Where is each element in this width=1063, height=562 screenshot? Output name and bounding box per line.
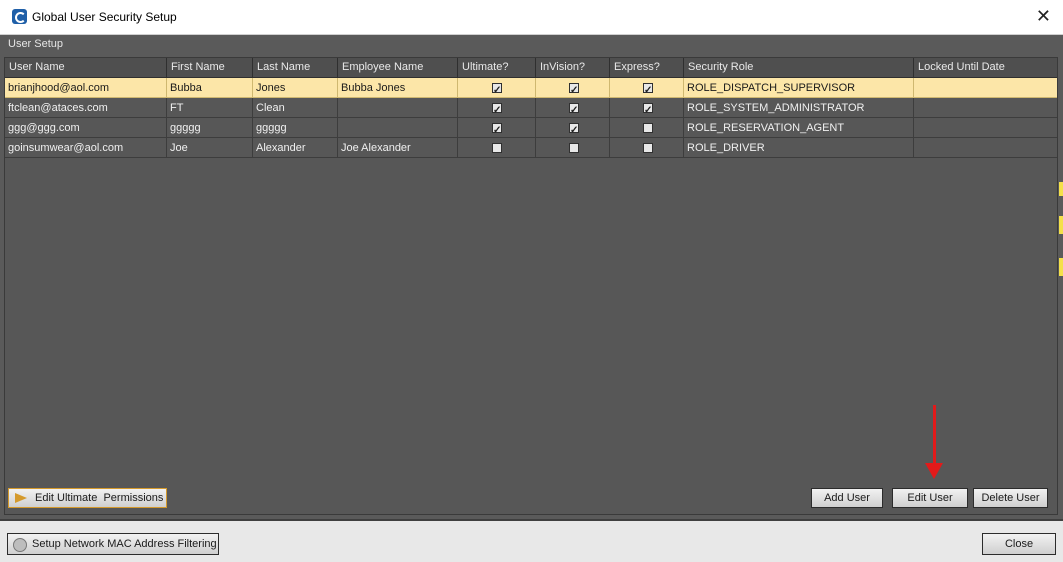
ultimate-cell [458,98,536,118]
locked-until-cell [914,138,1057,158]
background-window-edge [1059,216,1063,234]
ultimate-cell [458,78,536,98]
col-invision[interactable]: InVision? [536,58,610,77]
first-name-cell: FT [167,98,253,118]
footer-bar: Setup Network MAC Address Filtering Clos… [0,521,1063,562]
ultimate-checkbox[interactable] [492,143,502,153]
express-cell [610,78,684,98]
user-setup-label: User Setup [8,38,64,50]
locked-until-cell [914,78,1057,98]
employee-name-cell [338,98,458,118]
user-name-cell: goinsumwear@aol.com [5,138,167,158]
user-name-cell: ggg@ggg.com [5,118,167,138]
col-employee-name[interactable]: Employee Name [338,58,458,77]
security-role-cell: ROLE_RESERVATION_AGENT [684,118,914,138]
ultimate-cell [458,118,536,138]
ultimate-checkbox[interactable] [492,101,502,117]
col-locked-until[interactable]: Locked Until Date [914,58,1057,77]
express-checkbox[interactable] [643,101,653,117]
security-role-cell: ROLE_SYSTEM_ADMINISTRATOR [684,98,914,118]
employee-name-cell: Bubba Jones [338,78,458,98]
user-name-cell: brianjhood@aol.com [5,78,167,98]
employee-name-cell [338,118,458,138]
col-ultimate[interactable]: Ultimate? [458,58,536,77]
employee-name-cell: Joe Alexander [338,138,458,158]
col-user-name[interactable]: User Name [5,58,167,77]
express-checkbox[interactable] [643,143,653,153]
last-name-cell: Jones [253,78,338,98]
play-arrow-icon [15,493,27,503]
invision-cell [536,118,610,138]
last-name-cell: ggggg [253,118,338,138]
invision-checkbox[interactable] [569,121,579,137]
background-window-edge [1059,258,1063,276]
last-name-cell: Alexander [253,138,338,158]
express-cell [610,138,684,158]
window-title: Global User Security Setup [32,10,177,24]
first-name-cell: ggggg [167,118,253,138]
table-row[interactable]: brianjhood@aol.com Bubba Jones Bubba Jon… [5,78,1057,98]
mac-filter-button[interactable]: Setup Network MAC Address Filtering [7,533,219,555]
mac-filter-label: Setup Network MAC Address Filtering [32,538,217,550]
express-cell [610,98,684,118]
table-row[interactable]: ggg@ggg.com ggggg ggggg ROLE_RESERVATION… [5,118,1057,138]
security-role-cell: ROLE_DISPATCH_SUPERVISOR [684,78,914,98]
invision-checkbox[interactable] [569,143,579,153]
table-row[interactable]: ftclean@ataces.com FT Clean ROLE_SYSTEM_… [5,98,1057,118]
express-checkbox[interactable] [643,81,653,97]
invision-cell [536,78,610,98]
user-name-cell: ftclean@ataces.com [5,98,167,118]
invision-cell [536,98,610,118]
last-name-cell: Clean [253,98,338,118]
invision-checkbox[interactable] [569,81,579,97]
annotation-arrow-icon [925,463,943,479]
delete-user-button[interactable]: Delete User [973,488,1048,508]
background-window-edge [1059,182,1063,196]
edit-user-button[interactable]: Edit User [892,488,968,508]
invision-cell [536,138,610,158]
ultimate-checkbox[interactable] [492,121,502,137]
col-express[interactable]: Express? [610,58,684,77]
edit-ultimate-permissions-button[interactable]: Edit Ultimate Permissions [8,488,167,508]
table-row[interactable]: goinsumwear@aol.com Joe Alexander Joe Al… [5,138,1057,158]
annotation-arrow-shaft [933,405,936,467]
ultimate-checkbox[interactable] [492,81,502,97]
edit-permissions-label: Edit Ultimate Permissions [35,492,164,504]
invision-checkbox[interactable] [569,101,579,117]
users-table: User Name First Name Last Name Employee … [4,57,1058,515]
locked-until-cell [914,98,1057,118]
toggle-icon [13,538,27,552]
close-icon[interactable]: ✕ [1036,6,1051,27]
security-role-cell: ROLE_DRIVER [684,138,914,158]
dialog-body: User Setup User Name First Name Last Nam… [0,35,1063,562]
close-button[interactable]: Close [982,533,1056,555]
col-security-role[interactable]: Security Role [684,58,914,77]
window-titlebar: Global User Security Setup ✕ [0,0,1063,35]
express-checkbox[interactable] [643,123,653,133]
col-first-name[interactable]: First Name [167,58,253,77]
col-last-name[interactable]: Last Name [253,58,338,77]
express-cell [610,118,684,138]
first-name-cell: Joe [167,138,253,158]
table-header: User Name First Name Last Name Employee … [5,58,1057,78]
first-name-cell: Bubba [167,78,253,98]
locked-until-cell [914,118,1057,138]
app-logo-icon [12,9,27,24]
ultimate-cell [458,138,536,158]
add-user-button[interactable]: Add User [811,488,883,508]
